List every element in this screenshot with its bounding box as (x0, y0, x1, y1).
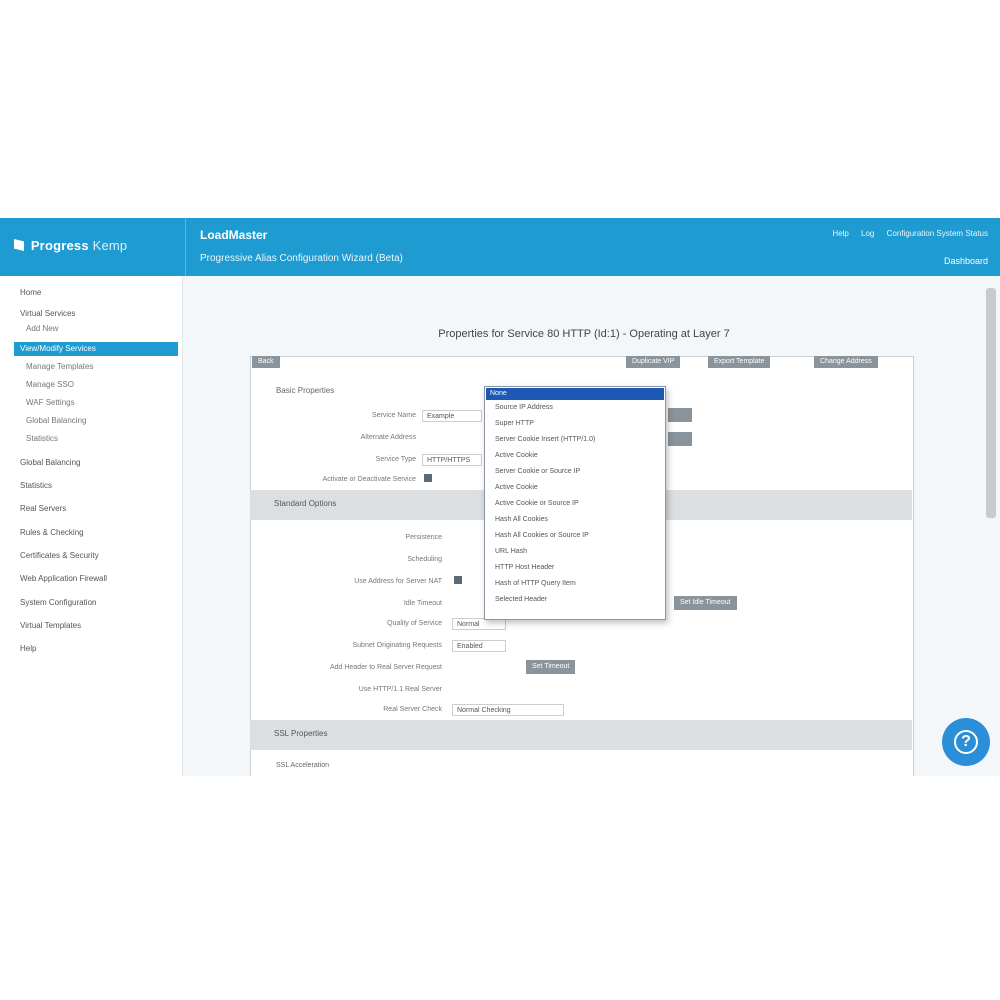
help-button[interactable]: ? (942, 718, 990, 766)
sidebar-item-virtual-services[interactable]: Virtual Services (20, 309, 75, 318)
help-icon: ? (954, 730, 978, 754)
sidebar-item-sso[interactable]: Manage SSO (26, 380, 74, 389)
dropdown-option[interactable]: Source IP Address (495, 404, 553, 411)
dropdown-option[interactable]: Super HTTP (495, 420, 534, 427)
sidebar-item-view-modify[interactable]: View/Modify Services (14, 342, 178, 356)
ssl-acceleration-label: SSL Acceleration (276, 762, 330, 769)
sidebar-item-real-servers[interactable]: Real Servers (20, 504, 66, 513)
page-scrollbar[interactable] (986, 288, 996, 518)
sidebar-item-rules[interactable]: Rules & Checking (20, 528, 84, 537)
sidebar-item-statistics[interactable]: Statistics (20, 481, 52, 490)
sidebar: Home Virtual Services Add New View/Modif… (0, 276, 183, 776)
dropdown-option[interactable]: Hash All Cookies (495, 516, 548, 523)
logo[interactable]: Progress Kemp (14, 238, 127, 253)
ssl-properties-header[interactable]: SSL Properties (250, 720, 912, 750)
logo-sub: Kemp (92, 238, 128, 253)
subnet-select[interactable]: Enabled (452, 640, 506, 652)
dropdown-option[interactable]: Server Cookie Insert (HTTP/1.0) (495, 436, 595, 443)
alternate-address-label: Alternate Address (360, 434, 416, 441)
dropdown-option[interactable]: Active Cookie (495, 452, 538, 459)
dropdown-option[interactable]: Active Cookie (495, 484, 538, 491)
dropdown-option-selected[interactable]: None (486, 388, 664, 400)
sidebar-item-certificates[interactable]: Certificates & Security (20, 551, 99, 560)
page-title: Properties for Service 80 HTTP (Id:1) - … (438, 328, 730, 340)
sidebar-item-global-sub[interactable]: Global Balancing (26, 416, 86, 425)
persistence-dropdown-list[interactable]: None Source IP Address Super HTTP Server… (484, 386, 666, 620)
dashboard-link[interactable]: Dashboard (944, 256, 988, 266)
dropdown-option[interactable]: Server Cookie or Source IP (495, 468, 580, 475)
alternate-address-set-button[interactable] (668, 432, 692, 446)
subnet-label: Subnet Originating Requests (352, 642, 443, 649)
dropdown-option[interactable]: Hash All Cookies or Source IP (495, 532, 589, 539)
service-type-label: Service Type (375, 456, 416, 463)
header-links: Help Log Configuration System Status (822, 229, 988, 238)
service-name-input[interactable]: Example (422, 410, 482, 422)
add-header-label: Add Header to Real Server Request (329, 664, 442, 671)
top-header: Progress Kemp LoadMaster Progressive Ali… (0, 218, 1000, 276)
server-nat-label: Use Address for Server NAT (354, 578, 442, 585)
export-template-button[interactable]: Export Template (708, 356, 771, 368)
header-link-status[interactable]: Configuration System Status (887, 229, 988, 238)
scheduling-label: Scheduling (407, 556, 442, 563)
sidebar-item-waf-settings[interactable]: WAF Settings (26, 398, 75, 407)
sidebar-item-waf[interactable]: Web Application Firewall (20, 574, 107, 583)
ssl-properties-title: SSL Properties (274, 729, 328, 738)
service-name-label: Service Name (372, 412, 416, 419)
sidebar-item-global-balancing[interactable]: Global Balancing (20, 458, 80, 467)
sidebar-item-home[interactable]: Home (20, 288, 41, 297)
logo-icon (14, 239, 24, 251)
activate-service-checkbox[interactable] (424, 474, 432, 482)
app-title: LoadMaster (200, 228, 268, 242)
header-link-log[interactable]: Log (861, 229, 874, 238)
sidebar-item-system-config[interactable]: System Configuration (20, 598, 96, 607)
dropdown-option[interactable]: Selected Header (495, 596, 547, 603)
main-content: Properties for Service 80 HTTP (Id:1) - … (186, 276, 982, 776)
duplicate-vip-button[interactable]: Duplicate VIP (626, 356, 681, 368)
activate-service-label: Activate or Deactivate Service (322, 476, 416, 483)
app-window: Progress Kemp LoadMaster Progressive Ali… (0, 218, 1000, 776)
persistence-label: Persistence (405, 534, 442, 541)
set-idle-timeout-button[interactable]: Set Idle Timeout (674, 596, 737, 610)
header-link-help[interactable]: Help (832, 229, 848, 238)
dropdown-option[interactable]: HTTP Host Header (495, 564, 554, 571)
idle-timeout-label: Idle Timeout (403, 600, 442, 607)
sidebar-item-help[interactable]: Help (20, 644, 36, 653)
sidebar-item-virtual-templates[interactable]: Virtual Templates (20, 621, 81, 630)
basic-properties-label: Basic Properties (276, 386, 335, 395)
dropdown-option[interactable]: Hash of HTTP Query Item (495, 580, 576, 587)
sidebar-item-add-new[interactable]: Add New (26, 324, 58, 333)
standard-options-title: Standard Options (274, 499, 337, 508)
sidebar-item-templates[interactable]: Manage Templates (26, 362, 93, 371)
service-type-select[interactable]: HTTP/HTTPS (422, 454, 482, 466)
app-subtitle: Progressive Alias Configuration Wizard (… (200, 253, 403, 264)
back-button[interactable]: Back (252, 356, 280, 368)
dropdown-option[interactable]: URL Hash (495, 548, 527, 555)
qos-label: Quality of Service (387, 620, 442, 627)
service-name-set-button[interactable] (668, 408, 692, 422)
header-divider (185, 218, 186, 276)
real-server-check-label: Real Server Check (383, 706, 442, 713)
server-nat-checkbox[interactable] (454, 576, 462, 584)
change-address-button[interactable]: Change Address (814, 356, 878, 368)
sidebar-item-statistics-sub[interactable]: Statistics (26, 434, 58, 443)
set-timeout-button[interactable]: Set Timeout (526, 660, 576, 674)
real-server-check-select[interactable]: Normal Checking (452, 704, 564, 716)
dropdown-option[interactable]: Active Cookie or Source IP (495, 500, 579, 507)
logo-text: Progress (30, 238, 89, 253)
http11-label: Use HTTP/1.1 Real Server (358, 686, 442, 693)
